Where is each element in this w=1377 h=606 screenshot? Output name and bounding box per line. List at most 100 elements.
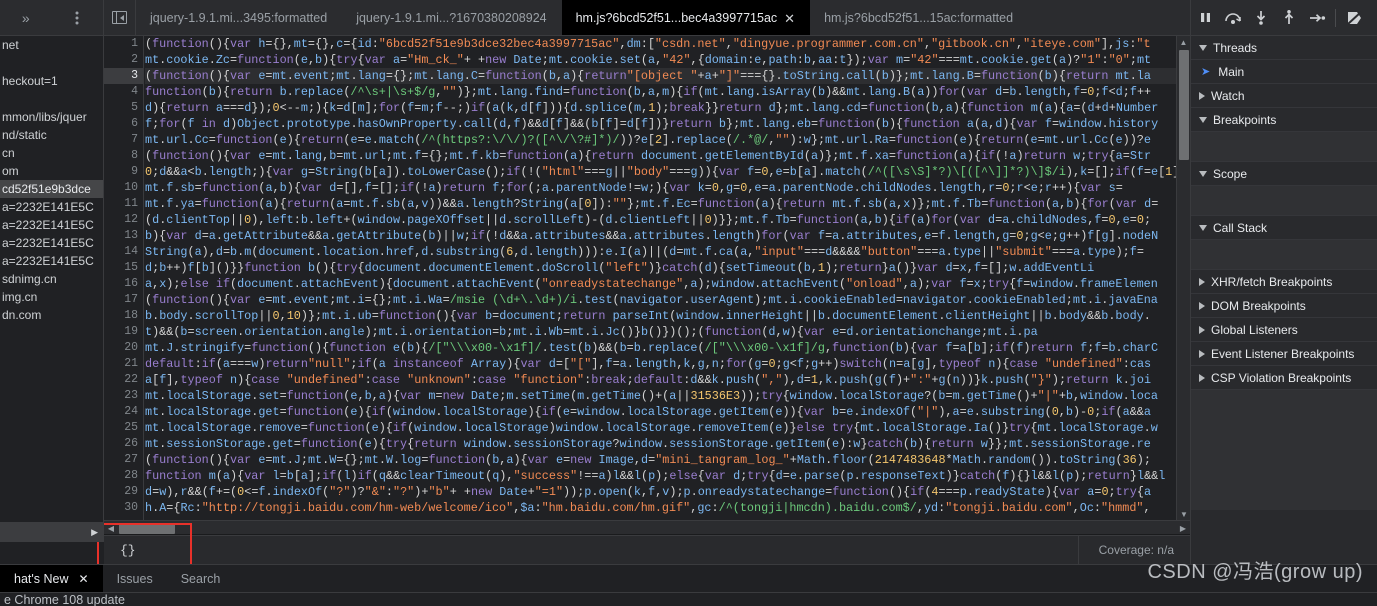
sidebar-section-watch[interactable]: Watch <box>1191 84 1377 108</box>
source-code-editor[interactable]: 1 2 3 4 5 6 7 8 9 10 11 12 13 14 15 16 17 18 19 20 21 22 23 24 2… <box>104 36 1190 520</box>
code-line[interactable]: d;b++)f[b]()}}function b(){try{document.… <box>145 260 1176 276</box>
code-line[interactable]: a[f],typeof n){case "undefined":case "un… <box>145 372 1176 388</box>
navigator-row[interactable]: mmon/libs/jquer <box>0 108 103 126</box>
code-line[interactable]: (function(){var e=mt.lang,b=mt.url;mt.f=… <box>145 148 1176 164</box>
line-number[interactable]: 8 <box>104 148 143 164</box>
drawer-tab-0[interactable]: hat's New ✕ <box>0 565 103 592</box>
navigator-row[interactable]: img.cn <box>0 288 103 306</box>
line-number[interactable]: 19 <box>104 324 143 340</box>
sidebar-section-xhr-fetch-breakpoints[interactable]: XHR/fetch Breakpoints <box>1191 270 1377 294</box>
horizontal-scrollbar-thumb[interactable] <box>119 523 175 534</box>
code-line[interactable]: mt.f.ya=function(a){return(a=mt.f.sb(a,v… <box>145 196 1176 212</box>
code-line[interactable]: function m(a){var l=b[a];if(l)if(q&&clea… <box>145 468 1176 484</box>
sidebar-section-dom-breakpoints[interactable]: DOM Breakpoints <box>1191 294 1377 318</box>
code-line[interactable]: mt.J.stringify=function(){function e(b){… <box>145 340 1176 356</box>
scroll-down-arrow-icon[interactable]: ▼ <box>1177 508 1190 520</box>
navigator-row[interactable]: a=2232E141E5C <box>0 216 103 234</box>
source-tab-0[interactable]: jquery-1.9.1.mi...3495:formatted <box>136 0 342 35</box>
code-line[interactable]: 0;d&&a<b.length;){var g=String(b[a]).toL… <box>145 164 1176 180</box>
code-line[interactable]: default:if(a===w)return"null";if(a insta… <box>145 356 1176 372</box>
line-number[interactable]: 21 <box>104 356 143 372</box>
more-vertical-icon[interactable] <box>64 5 90 31</box>
line-number[interactable]: 5 <box>104 100 143 116</box>
line-number[interactable]: 30 <box>104 500 143 516</box>
navigator-resize-handle[interactable]: ▶ <box>0 522 104 542</box>
sidebar-section-call-stack[interactable]: Call Stack <box>1191 216 1377 240</box>
line-number[interactable]: 16 <box>104 276 143 292</box>
code-line[interactable]: (function(){var h={},mt={},c={id:"6bcd52… <box>145 36 1176 52</box>
line-number[interactable]: 18 <box>104 308 143 324</box>
pretty-print-button[interactable]: {} <box>104 543 136 558</box>
source-tab-1[interactable]: jquery-1.9.1.mi...?1670380208924 <box>342 0 561 35</box>
sidebar-section-scope[interactable]: Scope <box>1191 162 1377 186</box>
drawer-tab-2[interactable]: Search <box>167 565 235 592</box>
navigator-row[interactable]: dn.com <box>0 306 103 324</box>
code-line[interactable]: mt.cookie.Zc=function(e,b){try{var a="Hm… <box>145 52 1176 68</box>
line-number[interactable]: 2 <box>104 52 143 68</box>
source-tab-2[interactable]: hm.js?6bcd52f51...bec4a3997715ac ✕ <box>561 0 811 35</box>
drawer-tab-1[interactable]: Issues <box>103 565 167 592</box>
deactivate-breakpoints-button[interactable] <box>1340 0 1368 36</box>
line-number[interactable]: 7 <box>104 132 143 148</box>
code-line[interactable]: mt.url.Cc=function(e){return(e=e.match(/… <box>145 132 1176 148</box>
code-content[interactable]: (function(){var h={},mt={},c={id:"6bcd52… <box>145 36 1176 520</box>
navigator-row[interactable]: a=2232E141E5C <box>0 252 103 270</box>
line-number[interactable]: 25 <box>104 420 143 436</box>
source-tab-3[interactable]: hm.js?6bcd52f51...15ac:formatted <box>810 0 1028 35</box>
code-line[interactable]: h.A={Rc:"http://tongji.baidu.com/hm-web/… <box>145 500 1176 516</box>
code-line[interactable]: (function(){var e=mt.event;mt.lang={};mt… <box>145 68 1176 84</box>
vertical-scrollbar-thumb[interactable] <box>1179 50 1189 160</box>
scroll-right-arrow-icon[interactable]: ▶ <box>1176 521 1190 536</box>
navigator-row[interactable]: a=2232E141E5C <box>0 234 103 252</box>
line-number[interactable]: 15 <box>104 260 143 276</box>
code-line[interactable]: String(a),d=b.m(document.location.href,d… <box>145 244 1176 260</box>
sidebar-section-event-listener-breakpoints[interactable]: Event Listener Breakpoints <box>1191 342 1377 366</box>
code-line[interactable]: b.body.scrollTop||0,10)};mt.i.ub=functio… <box>145 308 1176 324</box>
navigator-row[interactable]: net <box>0 36 103 54</box>
code-line[interactable]: mt.localStorage.remove=function(e){if(wi… <box>145 420 1176 436</box>
navigator-row[interactable]: nd/static <box>0 126 103 144</box>
editor-horizontal-scrollbar[interactable]: ◀ ▶ <box>104 520 1190 535</box>
code-line[interactable]: f;for(f in d)Object.prototype.hasOwnProp… <box>145 116 1176 132</box>
code-line[interactable]: mt.f.sb=function(a,b){var d=[],f=[];if(!… <box>145 180 1176 196</box>
line-number[interactable]: 22 <box>104 372 143 388</box>
code-line[interactable]: (function(){var e=mt.event;mt.i={};mt.i.… <box>145 292 1176 308</box>
line-number[interactable]: 23 <box>104 388 143 404</box>
line-number[interactable]: 17 <box>104 292 143 308</box>
step-out-button[interactable] <box>1275 0 1303 36</box>
line-number[interactable]: 10 <box>104 180 143 196</box>
line-number-gutter[interactable]: 1 2 3 4 5 6 7 8 9 10 11 12 13 14 15 16 17 18 19 20 21 22 23 24 2… <box>104 36 144 520</box>
line-number[interactable]: 6 <box>104 116 143 132</box>
step-over-button[interactable] <box>1219 0 1247 36</box>
line-number[interactable]: 4 <box>104 84 143 100</box>
line-number[interactable]: 1 <box>104 36 143 52</box>
navigator-row[interactable]: om <box>0 162 103 180</box>
sidebar-section-breakpoints[interactable]: Breakpoints <box>1191 108 1377 132</box>
line-number[interactable]: 29 <box>104 484 143 500</box>
navigator-row[interactable]: heckout=1 <box>0 72 103 90</box>
navigator-row[interactable]: cd52f51e9b3dce <box>0 180 103 198</box>
line-number[interactable]: 14 <box>104 244 143 260</box>
code-line[interactable]: mt.localStorage.set=function(e,b,a){var … <box>145 388 1176 404</box>
code-line[interactable]: (d.clientTop||0),left:b.left+(window.pag… <box>145 212 1176 228</box>
code-line[interactable]: a,x);else if(document.attachEvent){docum… <box>145 276 1176 292</box>
line-number[interactable]: 3 <box>104 68 143 84</box>
line-number[interactable]: 11 <box>104 196 143 212</box>
code-line[interactable]: (function(){var e=mt.J;mt.W={};mt.W.log=… <box>145 452 1176 468</box>
more-tabs-chevron-icon[interactable]: » <box>13 5 39 31</box>
editor-vertical-scrollbar[interactable]: ▲ ▼ <box>1176 36 1190 520</box>
navigator-row[interactable]: cn <box>0 144 103 162</box>
sidebar-section-threads[interactable]: Threads <box>1191 36 1377 60</box>
sidebar-section-csp-violation-breakpoints[interactable]: CSP Violation Breakpoints <box>1191 366 1377 390</box>
navigator-row[interactable]: a=2232E141E5C <box>0 198 103 216</box>
step-button[interactable] <box>1303 0 1331 36</box>
line-number[interactable]: 26 <box>104 436 143 452</box>
line-number[interactable]: 24 <box>104 404 143 420</box>
line-number[interactable]: 12 <box>104 212 143 228</box>
scroll-up-arrow-icon[interactable]: ▲ <box>1177 36 1190 48</box>
step-into-button[interactable] <box>1247 0 1275 36</box>
close-drawer-tab-icon[interactable]: ✕ <box>79 572 89 586</box>
code-line[interactable]: t)&&(b=screen.orientation.angle);mt.i.or… <box>145 324 1176 340</box>
code-line[interactable]: mt.localStorage.get=function(e){if(windo… <box>145 404 1176 420</box>
close-tab-icon[interactable]: ✕ <box>784 12 795 25</box>
